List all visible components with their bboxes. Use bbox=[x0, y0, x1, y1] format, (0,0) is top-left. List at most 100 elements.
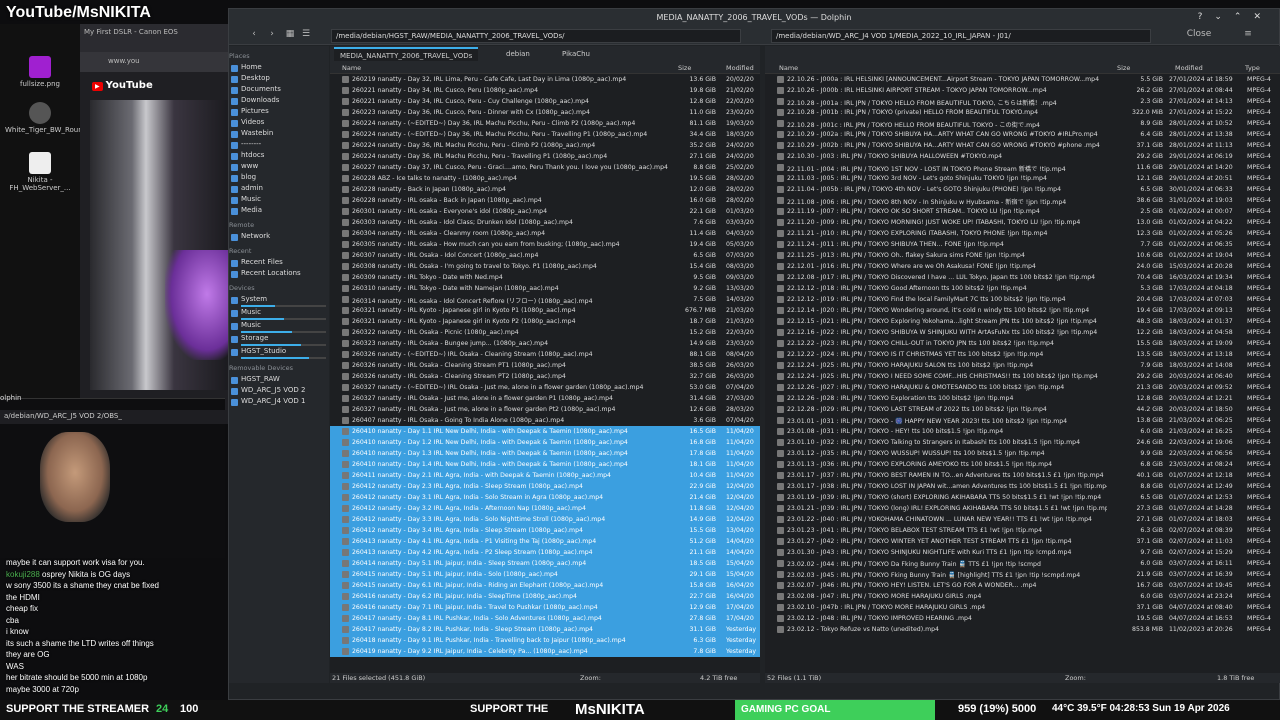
file-row[interactable]: 260413 nanatty - Day 4.1 IRL Agra, India… bbox=[330, 536, 760, 547]
file-row[interactable]: 260219 nanatty - Day 32, IRL Lima, Peru … bbox=[330, 74, 760, 85]
file-row[interactable]: 23.02.12 - J048 : IRL JPN / TOKYO IMPROV… bbox=[765, 613, 1280, 624]
file-row[interactable]: 260221 nanatty - Day 34, IRL Cusco, Peru… bbox=[330, 96, 760, 107]
file-row[interactable]: 260412 nanatty - Day 3.4 IRL Agra, India… bbox=[330, 525, 760, 536]
file-row[interactable]: 22.11.04 - J005b : IRL JPN / TOKYO 4th N… bbox=[765, 184, 1280, 195]
sidebar-item[interactable]: htdocs bbox=[229, 151, 329, 162]
file-row[interactable]: 260412 nanatty - Day 2.3 IRL Agra, India… bbox=[330, 481, 760, 492]
file-row[interactable]: 260410 nanatty - Day 1.4 IRL New Delhi, … bbox=[330, 459, 760, 470]
file-row[interactable]: 22.12.26 - J027 : IRL JPN / TOKYO HARAJU… bbox=[765, 382, 1280, 393]
window-controls[interactable]: ?⌄⌃✕ bbox=[1198, 12, 1273, 22]
file-row[interactable]: 260314 nanatty - IRL osaka - Idol Concer… bbox=[330, 294, 760, 305]
file-row[interactable]: 23.02.12 - Tokyo Refuze vs Natto (unedit… bbox=[765, 624, 1280, 635]
file-row[interactable]: 260407 nanatty - IRL Osaka - Going To In… bbox=[330, 415, 760, 426]
file-row[interactable]: 260415 nanatty - Day 6.1 IRL Jaipur, Ind… bbox=[330, 580, 760, 591]
file-row[interactable]: 22.11.25 - J013 : IRL JPN / TOKYO Oh.. f… bbox=[765, 250, 1280, 261]
file-row[interactable]: 260326 nanatty - (~EDITED~) IRL Osaka - … bbox=[330, 349, 760, 360]
file-row[interactable]: 23.01.17 - J038 : IRL JPN / TOKYO LOST I… bbox=[765, 481, 1280, 492]
column-name[interactable]: Name bbox=[342, 64, 361, 72]
sidebar-item[interactable]: Music bbox=[229, 195, 329, 206]
file-row[interactable]: 260415 nanatty - Day 5.1 IRL Jaipur, Ind… bbox=[330, 569, 760, 580]
file-row[interactable]: 22.12.28 - J029 : IRL JPN / TOKYO LAST S… bbox=[765, 404, 1280, 415]
file-row[interactable]: 23.01.01 - J031 : IRL JPN / TOKYO - 🎆 HA… bbox=[765, 415, 1280, 426]
sidebar-item[interactable]: Documents bbox=[229, 85, 329, 96]
file-row[interactable]: 260321 nanatty - IRL Kyoto - Japanese gi… bbox=[330, 316, 760, 327]
file-row[interactable]: 22.12.12 - J018 : IRL JPN / TOKYO Good A… bbox=[765, 283, 1280, 294]
file-row[interactable]: 260417 nanatty - Day 8.2 IRL Pushkar, In… bbox=[330, 624, 760, 635]
file-row[interactable]: 260414 nanatty - Day 5.1 IRL Jaipur, Ind… bbox=[330, 558, 760, 569]
file-row[interactable]: 260321 nanatty - IRL Kyoto - Japanese gi… bbox=[330, 305, 760, 316]
file-row[interactable]: 260327 nanatty - IRL Osaka - Just me, al… bbox=[330, 393, 760, 404]
sidebar-item[interactable]: Pictures bbox=[229, 107, 329, 118]
file-row[interactable]: 260228 nanatty - IRL osaka - Back in Jap… bbox=[330, 195, 760, 206]
desktop-icon-nikita[interactable]: Nikita - FH_WebServer_... bbox=[5, 152, 75, 192]
file-row[interactable]: 260416 nanatty - Day 7.1 IRL Jaipur, Ind… bbox=[330, 602, 760, 613]
file-row[interactable]: 22.12.12 - J019 : IRL JPN / TOKYO Find t… bbox=[765, 294, 1280, 305]
sidebar-item[interactable]: Network bbox=[229, 232, 329, 243]
icons-view-icon[interactable]: ▦ bbox=[283, 29, 297, 42]
file-row[interactable]: 22.10.29 - J002b : IRL JPN / TOKYO SHIBU… bbox=[765, 140, 1280, 151]
file-row[interactable]: 22.12.24 - J025 : IRL JPN / TOKYO I NEED… bbox=[765, 371, 1280, 382]
file-row[interactable]: 23.02.10 - J047b : IRL JPN / TOKYO MORE … bbox=[765, 602, 1280, 613]
file-row[interactable]: 260327 nanatty - (~EDITED~) IRL Osaka - … bbox=[330, 382, 760, 393]
file-row[interactable]: 23.02.08 - J047 : IRL JPN / TOKYO MORE H… bbox=[765, 591, 1280, 602]
file-row[interactable]: 23.01.23 - J041 : IRL JPN / TOKYO BELABO… bbox=[765, 525, 1280, 536]
sidebar-item[interactable]: -------- bbox=[229, 140, 329, 151]
file-row[interactable]: 260413 nanatty - Day 4.2 IRL Agra, India… bbox=[330, 547, 760, 558]
file-row[interactable]: 23.01.19 - J039 : IRL JPN / TOKYO (short… bbox=[765, 492, 1280, 503]
file-row[interactable]: 22.12.26 - J028 : IRL JPN / TOKYO Explor… bbox=[765, 393, 1280, 404]
file-row[interactable]: 260307 nanatty - IRL Osaka - Idol Concer… bbox=[330, 250, 760, 261]
file-row[interactable]: 260416 nanatty - Day 6.2 IRL Jaipur, Ind… bbox=[330, 591, 760, 602]
file-row[interactable]: 22.12.24 - J025 : IRL JPN / TOKYO HARAJU… bbox=[765, 360, 1280, 371]
file-row[interactable]: 260327 nanatty - IRL Osaka - Just me, al… bbox=[330, 404, 760, 415]
file-row[interactable]: 260419 nanatty - Day 9.2 IRL Jaipur, Ind… bbox=[330, 646, 760, 657]
column-modified[interactable]: Modified bbox=[726, 64, 754, 72]
file-row[interactable]: 22.12.01 - J016 : IRL JPN / TOKYO Where … bbox=[765, 261, 1280, 272]
file-row[interactable]: 23.02.03 - J045 : IRL JPN / TOKYO Fking … bbox=[765, 569, 1280, 580]
tab-debian[interactable]: debian bbox=[500, 47, 536, 61]
sidebar-item[interactable]: Videos bbox=[229, 118, 329, 129]
file-row[interactable]: 23.01.13 - J036 : IRL JPN / TOKYO EXPLOR… bbox=[765, 459, 1280, 470]
file-row[interactable]: 23.02.02 - J044 : IRL JPN / TOKYO Da Fki… bbox=[765, 558, 1280, 569]
close-split-button[interactable]: Close bbox=[1179, 29, 1219, 42]
file-row[interactable]: 260224 nanatty - Day 36, IRL Machu Picch… bbox=[330, 151, 760, 162]
sidebar-item[interactable]: HGST_RAW bbox=[229, 375, 329, 386]
file-row[interactable]: 22.10.28 - J001b : IRL JPN / TOKYO (priv… bbox=[765, 107, 1280, 118]
file-row[interactable]: 260417 nanatty - Day 8.1 IRL Pushkar, In… bbox=[330, 613, 760, 624]
file-row[interactable]: 23.02.07 - J046 : IRL JPN / TOKYO HEY! L… bbox=[765, 580, 1280, 591]
file-row[interactable]: 22.12.22 - J024 : IRL JPN / TOKYO IS IT … bbox=[765, 349, 1280, 360]
file-row[interactable]: 22.10.28 - J001a : IRL JPN / TOKYO HELLO… bbox=[765, 96, 1280, 107]
file-row[interactable]: 23.01.08 - J031 : IRL JPN / TOKYO - HEY!… bbox=[765, 426, 1280, 437]
file-row[interactable]: 260221 nanatty - Day 34, IRL Cusco, Peru… bbox=[330, 85, 760, 96]
file-row[interactable]: 260308 nanatty - IRL Osaka - I'm going t… bbox=[330, 261, 760, 272]
column-type[interactable]: Type bbox=[1245, 64, 1260, 72]
sidebar-item[interactable]: admin bbox=[229, 184, 329, 195]
file-row[interactable]: 22.12.15 - J021 : IRL JPN / TOKYO Explor… bbox=[765, 316, 1280, 327]
desktop-icon-tiger[interactable]: White_Tiger_BW_Round... bbox=[5, 102, 94, 134]
sidebar-item[interactable]: Recent Files bbox=[229, 258, 329, 269]
menu-icon[interactable]: ≡ bbox=[1241, 29, 1255, 42]
file-row[interactable]: 260410 nanatty - Day 1.1 IRL New Delhi, … bbox=[330, 426, 760, 437]
file-row[interactable]: 23.01.21 - J039 : IRL JPN / TOKYO (long)… bbox=[765, 503, 1280, 514]
file-row[interactable]: 260323 nanatty - IRL Osaka - Bungee jump… bbox=[330, 338, 760, 349]
file-row[interactable]: 23.01.22 - J040 : IRL JPN / YOKOHAMA CHI… bbox=[765, 514, 1280, 525]
file-row[interactable]: 22.10.28 - J001c : IRL JPN / TOKYO HELLO… bbox=[765, 118, 1280, 129]
file-row[interactable]: 260310 nanatty - IRL Tokyo - Date with N… bbox=[330, 283, 760, 294]
youtube-logo[interactable]: ▶ YouTube bbox=[92, 80, 153, 91]
sidebar-item[interactable]: Recent Locations bbox=[229, 269, 329, 280]
file-row[interactable]: 260301 nanatty - IRL osaka - Everyone's … bbox=[330, 206, 760, 217]
sidebar-item[interactable]: Home bbox=[229, 63, 329, 74]
column-modified[interactable]: Modified bbox=[1175, 64, 1203, 72]
file-row[interactable]: 22.12.16 - J022 : IRL JPN / TOKYO SHIBUY… bbox=[765, 327, 1280, 338]
right-path-bar[interactable]: /media/debian/WD_ARC_J4 VOD 1/MEDIA_2022… bbox=[771, 29, 1151, 43]
sidebar-item[interactable]: WD_ARC_J5 VOD 2 bbox=[229, 386, 329, 397]
file-row[interactable]: 260412 nanatty - Day 3.2 IRL Agra, India… bbox=[330, 503, 760, 514]
file-row[interactable]: 260309 nanatty - IRL Tokyo - Date with N… bbox=[330, 272, 760, 283]
file-row[interactable]: 260304 nanatty - IRL osaka - Cleanmy roo… bbox=[330, 228, 760, 239]
sidebar-item[interactable]: Downloads bbox=[229, 96, 329, 107]
file-row[interactable]: 260224 nanatty - (~EDITED~) Day 36, IRL … bbox=[330, 129, 760, 140]
file-row[interactable]: 260305 nanatty - IRL osaka - How much ca… bbox=[330, 239, 760, 250]
file-row[interactable]: 22.11.24 - J011 : IRL JPN / TOKYO SHIBUY… bbox=[765, 239, 1280, 250]
sidebar-item[interactable]: Wastebin bbox=[229, 129, 329, 140]
window-titlebar[interactable]: MEDIA_NANATTY_2006_TRAVEL_VODs — Dolphin… bbox=[229, 9, 1279, 27]
column-size[interactable]: Size bbox=[678, 64, 691, 72]
